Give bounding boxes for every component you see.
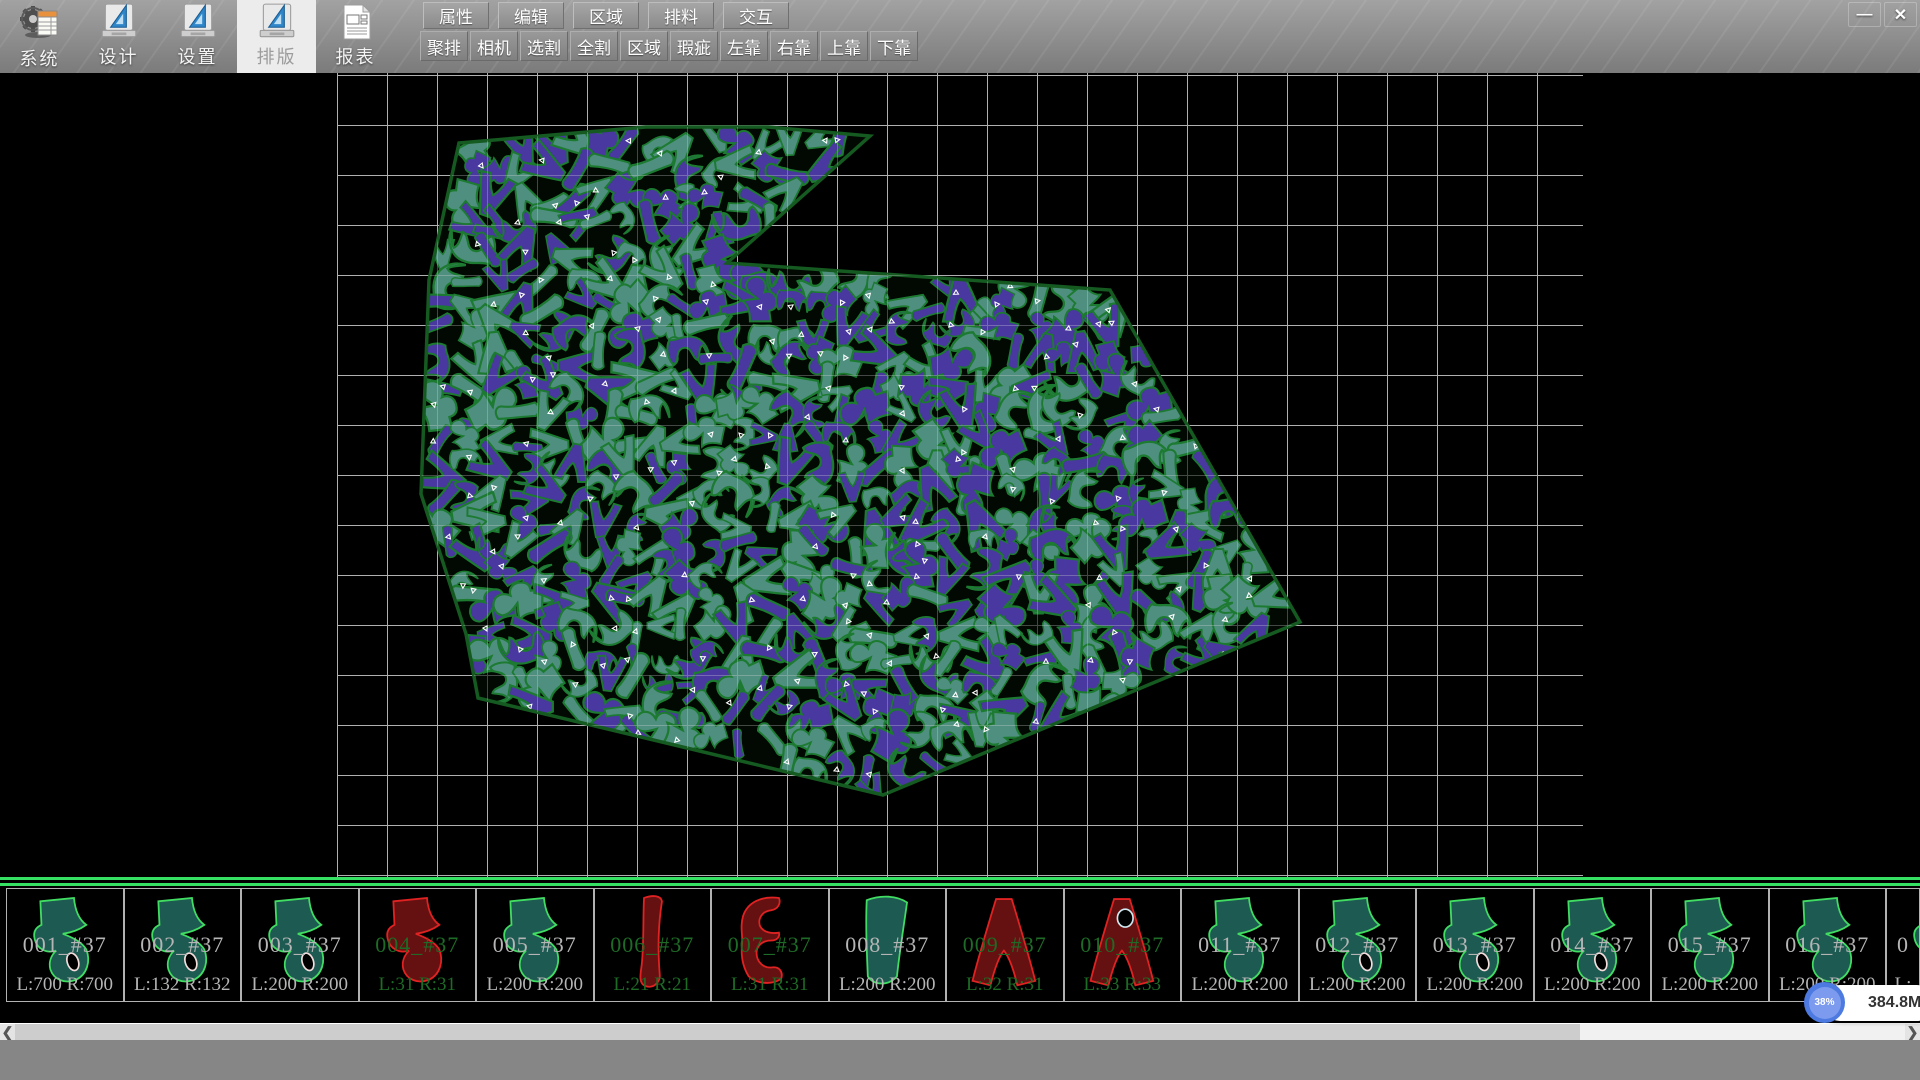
menu-item-nesting[interactable]: 排料 bbox=[648, 2, 714, 29]
piece-thumbnail[interactable]: 015_#37 L:200 R:200 bbox=[1651, 888, 1769, 1002]
toolbar-button-label: 排版 bbox=[257, 43, 297, 69]
menu-bar: 属性编辑区域排料交互 bbox=[423, 2, 789, 29]
bottom-window-edge bbox=[0, 1040, 1920, 1080]
piece-thumbnail[interactable]: 014_#37 L:200 R:200 bbox=[1534, 888, 1652, 1002]
menu-item-region[interactable]: 区域 bbox=[573, 2, 639, 29]
piece-shape bbox=[947, 889, 1063, 1001]
piece-thumbnail[interactable]: 005_#37 L:200 R:200 bbox=[476, 888, 594, 1002]
piece-shape bbox=[7, 889, 123, 1001]
tool-button-align-top[interactable]: 上靠 bbox=[820, 31, 868, 61]
report-document-icon bbox=[336, 2, 376, 42]
toolbar-button-settings[interactable]: 设置 bbox=[158, 0, 237, 73]
piece-shape bbox=[1417, 889, 1533, 1001]
menu-item-properties[interactable]: 属性 bbox=[423, 2, 489, 29]
piece-thumbnail[interactable]: 013_#37 L:200 R:200 bbox=[1416, 888, 1534, 1002]
piece-thumbnail[interactable]: 011_#37 L:200 R:200 bbox=[1181, 888, 1299, 1002]
tool-button-align-bottom[interactable]: 下靠 bbox=[870, 31, 918, 61]
piece-thumbnail-strip: 001_#37 L:700 R:700 002_#37 L:132 R:132 … bbox=[0, 888, 1920, 1003]
piece-thumbnail[interactable]: 004_#37 L:31 R:31 bbox=[359, 888, 477, 1002]
scrollbar-thumb[interactable] bbox=[15, 1024, 1580, 1041]
nested-pieces bbox=[406, 107, 1298, 810]
tool-button-defect[interactable]: 瑕疵 bbox=[670, 31, 718, 61]
minimize-button[interactable]: — bbox=[1848, 2, 1881, 27]
progress-circle: 38% bbox=[1804, 982, 1845, 1023]
scroll-left-arrow-icon[interactable]: ❮ bbox=[0, 1024, 15, 1041]
piece-thumbnail[interactable]: 009_#37 L:32 R:31 bbox=[946, 888, 1064, 1002]
nesting-viewport[interactable] bbox=[337, 73, 1583, 877]
piece-thumbnail[interactable]: 008_#37 L:200 R:200 bbox=[829, 888, 947, 1002]
horizontal-scrollbar[interactable]: ❮ ❯ bbox=[0, 1023, 1920, 1040]
toolbar-button-layout[interactable]: 排版 bbox=[237, 0, 316, 73]
piece-thumbnail[interactable]: 007_#37 L:31 R:31 bbox=[711, 888, 829, 1002]
piece-thumbnail[interactable]: 006_#37 L:21 R:21 bbox=[594, 888, 712, 1002]
set-square-icon bbox=[98, 2, 140, 42]
piece-shape bbox=[1182, 889, 1298, 1001]
tool-button-align-right[interactable]: 右靠 bbox=[770, 31, 818, 61]
window-controls: — ✕ bbox=[1848, 2, 1917, 27]
piece-shape bbox=[125, 889, 241, 1001]
piece-shape bbox=[1535, 889, 1651, 1001]
piece-shape bbox=[242, 889, 358, 1001]
piece-thumbnail[interactable]: 002_#37 L:132 R:132 bbox=[124, 888, 242, 1002]
piece-shape bbox=[1300, 889, 1416, 1001]
scroll-right-arrow-icon[interactable]: ❯ bbox=[1905, 1024, 1920, 1041]
toolbar-button-label: 设置 bbox=[178, 43, 218, 69]
piece-shape bbox=[1065, 889, 1181, 1001]
piece-shape bbox=[477, 889, 593, 1001]
piece-thumbnail[interactable]: 012_#37 L:200 R:200 bbox=[1299, 888, 1417, 1002]
piece-shape bbox=[595, 889, 711, 1001]
progress-percent: 38% bbox=[1809, 987, 1841, 1019]
system-gear-icon bbox=[18, 2, 62, 44]
piece-thumbnail[interactable]: 003_#37 L:200 R:200 bbox=[241, 888, 359, 1002]
tool-button-select-cut[interactable]: 选割 bbox=[520, 31, 568, 61]
piece-thumbnail[interactable]: 001_#37 L:700 R:700 bbox=[6, 888, 124, 1002]
menu-item-interact[interactable]: 交互 bbox=[723, 2, 789, 29]
toolbar-button-label: 设计 bbox=[99, 43, 139, 69]
toolbar-button-label: 报表 bbox=[336, 43, 376, 69]
menu-item-edit[interactable]: 编辑 bbox=[498, 2, 564, 29]
set-square-icon bbox=[256, 2, 298, 42]
toolbar-button-design[interactable]: 设计 bbox=[79, 0, 158, 73]
titlebar-toolbar: 系统 设计 设置 排版 报表 属性编辑区域排料交互 聚排相机选割全割区域瑕疵左靠… bbox=[0, 0, 1920, 73]
toolbar-button-report[interactable]: 报表 bbox=[316, 0, 395, 73]
toolbar-button-system[interactable]: 系统 bbox=[0, 0, 79, 73]
tool-button-cut-all[interactable]: 全割 bbox=[570, 31, 618, 61]
piece-thumbnail[interactable]: 010_#37 L:33 R:33 bbox=[1064, 888, 1182, 1002]
set-square-icon bbox=[177, 2, 219, 42]
canvas-area[interactable] bbox=[0, 73, 1920, 877]
piece-shape bbox=[712, 889, 828, 1001]
piece-shape bbox=[360, 889, 476, 1001]
tool-button-cluster-nest[interactable]: 聚排 bbox=[420, 31, 468, 61]
tool-button-camera[interactable]: 相机 bbox=[470, 31, 518, 61]
toolbar-button-label: 系统 bbox=[20, 45, 60, 71]
main-toolbar: 系统 设计 设置 排版 报表 bbox=[0, 0, 395, 73]
piece-shape bbox=[830, 889, 946, 1001]
tool-button-align-left[interactable]: 左靠 bbox=[720, 31, 768, 61]
nesting-app-window: 系统 设计 设置 排版 报表 属性编辑区域排料交互 聚排相机选割全割区域瑕疵左靠… bbox=[0, 0, 1920, 1080]
tool-button-region[interactable]: 区域 bbox=[620, 31, 668, 61]
close-button[interactable]: ✕ bbox=[1884, 2, 1917, 27]
strip-separator bbox=[0, 877, 1920, 887]
piece-shape bbox=[1652, 889, 1768, 1001]
tool-bar-row2: 聚排相机选割全割区域瑕疵左靠右靠上靠下靠 bbox=[420, 31, 918, 61]
